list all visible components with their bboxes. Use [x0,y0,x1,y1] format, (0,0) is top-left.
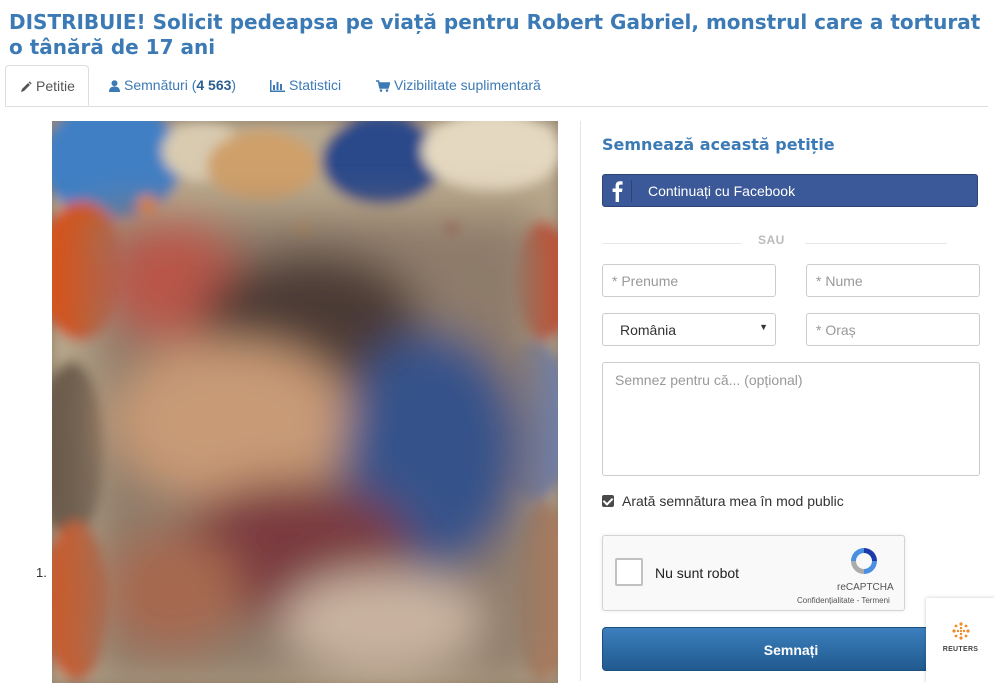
tab-vizibilitate[interactable]: Vizibilitate suplimentară [376,65,541,105]
pencil-icon [21,81,32,92]
recaptcha-brand: reCAPTCHA [837,582,894,593]
blurred-photo-image [52,121,558,683]
tab-label: Statistici [289,77,342,93]
recaptcha-logo-icon [848,545,880,582]
country-value: România [620,322,677,338]
recaptcha-widget: Nu sunt robot reCAPTCHA Confidențialitat… [602,535,905,611]
recaptcha-label: Nu sunt robot [655,565,740,581]
tab-bar: Petitie Semnături (4 563) Statistici Viz… [5,65,988,107]
tab-label: Semnături ( [124,77,197,93]
tab-semnaturi[interactable]: Semnături (4 563) [109,65,236,105]
recaptcha-checkbox[interactable] [615,558,643,586]
page-title: DISTRIBUIE! Solicit pedeapsa pe viață pe… [9,10,981,59]
facebook-icon [611,180,632,202]
list-number: 1. [36,565,47,580]
facebook-login-button[interactable]: Continuați cu Facebook [602,174,978,207]
comment-textarea[interactable] [602,362,980,476]
petition-photo [52,121,558,683]
tab-label: Petitie [36,78,75,94]
bar-chart-icon [270,80,285,92]
last-name-input[interactable] [806,264,980,297]
reuters-logo-icon [952,622,970,640]
public-signature-label: Arată semnătura mea în mod public [622,493,844,509]
reuters-label: REUTERS [942,646,979,653]
tab-statistici[interactable]: Statistici [270,65,341,105]
city-input[interactable] [806,313,980,346]
separator-text: SAU [758,233,785,247]
column-divider [580,121,581,681]
public-signature-checkbox[interactable] [602,495,614,507]
facebook-button-label: Continuați cu Facebook [648,183,796,199]
signature-count: 4 563 [196,77,232,93]
cart-icon [376,80,391,92]
country-select[interactable]: România ▼ [602,313,776,346]
dropdown-arrow-icon: ▼ [759,322,768,332]
separator-line-right [805,243,947,244]
sign-form-title: Semnează această petiție [602,135,835,154]
first-name-input[interactable] [602,264,776,297]
reuters-widget[interactable]: REUTERS [926,598,995,683]
sign-submit-button[interactable]: Semnați [602,627,980,671]
separator-line-left [602,243,742,244]
tab-label: Vizibilitate suplimentară [394,77,541,93]
tab-label-suffix: ) [231,77,237,93]
submit-label: Semnați [763,642,819,658]
recaptcha-terms-link[interactable]: Confidențialitate - Termeni [797,596,890,605]
user-icon [109,80,120,92]
tab-petitie[interactable]: Petitie [5,65,89,106]
